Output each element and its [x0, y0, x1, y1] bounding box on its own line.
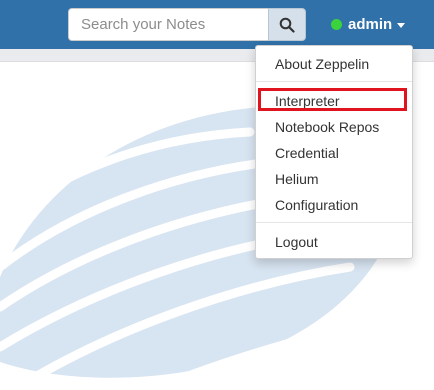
- user-menu-toggle[interactable]: admin: [331, 13, 406, 35]
- user-dropdown-menu: About Zeppelin Interpreter Notebook Repo…: [255, 45, 413, 259]
- menu-item-logout[interactable]: Logout: [256, 229, 412, 255]
- interpreter-highlight-box: [258, 88, 407, 111]
- menu-item-configuration[interactable]: Configuration: [256, 192, 412, 218]
- menu-divider: [256, 222, 412, 223]
- search-group: [68, 8, 306, 41]
- menu-divider: [256, 81, 412, 82]
- menu-item-credential[interactable]: Credential: [256, 140, 412, 166]
- caret-down-icon: [397, 22, 406, 28]
- menu-item-notebook-repos[interactable]: Notebook Repos: [256, 114, 412, 140]
- username: admin: [348, 15, 393, 33]
- status-dot: [331, 18, 342, 30]
- search-input[interactable]: [68, 8, 268, 41]
- search-button[interactable]: [268, 8, 306, 41]
- search-icon: [279, 17, 295, 33]
- menu-item-about-zeppelin[interactable]: About Zeppelin: [256, 51, 412, 77]
- top-navbar: admin: [0, 0, 434, 49]
- menu-item-helium[interactable]: Helium: [256, 166, 412, 192]
